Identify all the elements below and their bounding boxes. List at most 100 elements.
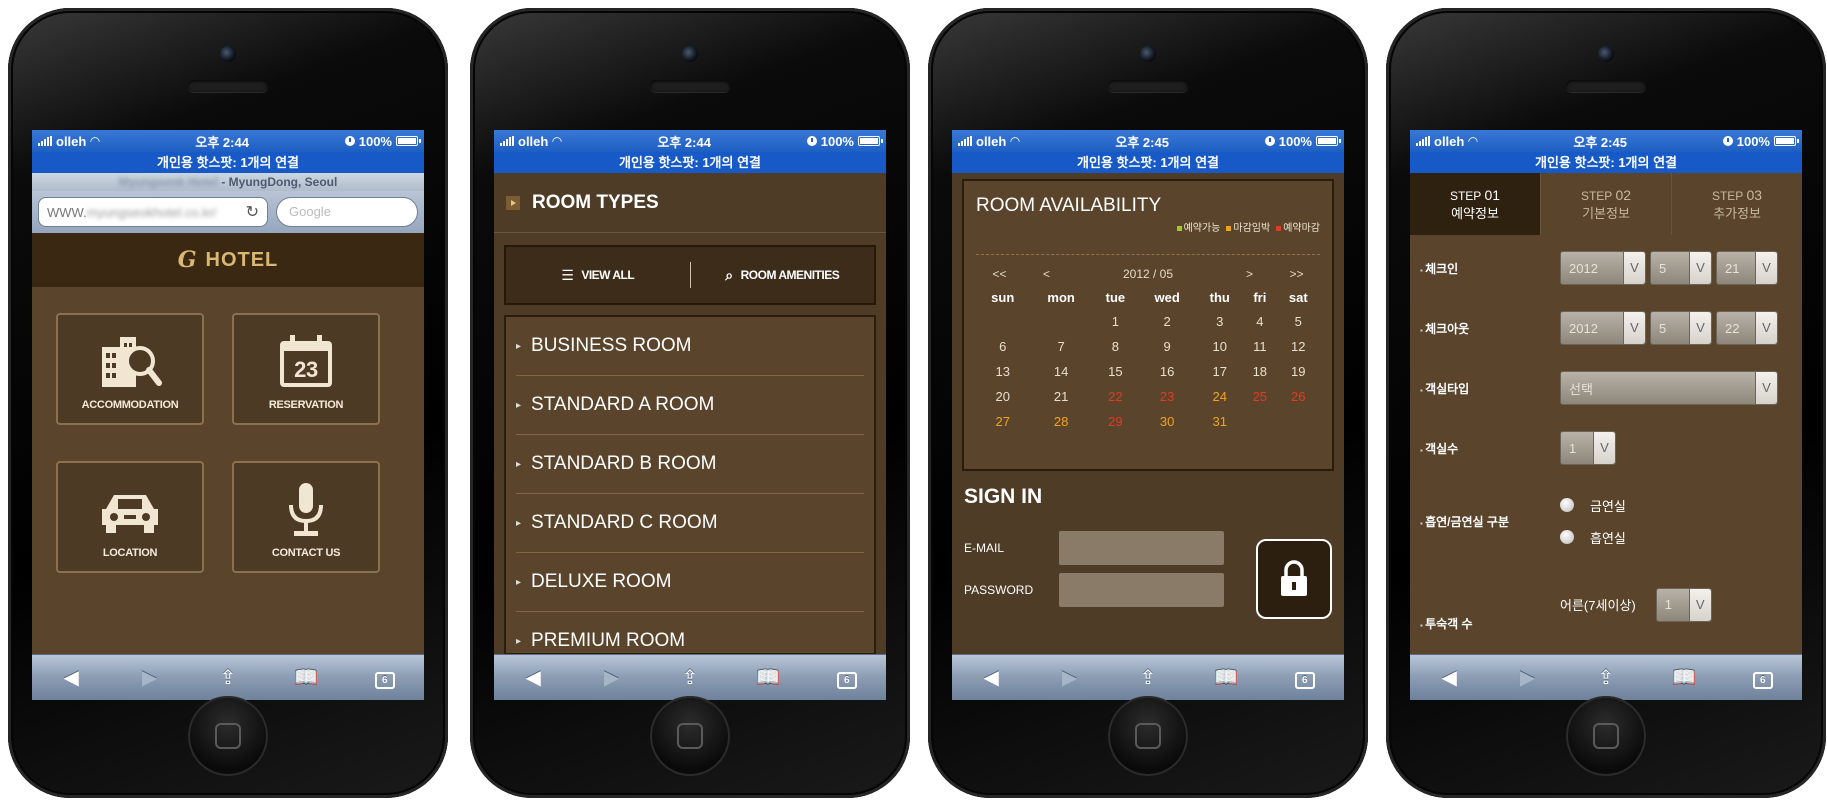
adult-count-select[interactable]: 1V [1655,587,1712,622]
nonsmoking-radio[interactable]: 금연실 [1560,489,1626,521]
list-item[interactable]: ▸ STANDARD A ROOM [516,376,864,435]
calendar-day-closed[interactable]: 23 [1138,384,1196,409]
calendar-day[interactable]: 7 [1029,334,1092,359]
reservation-tile[interactable]: 23 RESERVATION [232,313,380,425]
checkout-month-select[interactable]: 5V [1650,311,1712,345]
calendar-day[interactable]: 17 [1196,359,1243,384]
home-button[interactable] [1566,696,1646,776]
password-field[interactable] [1059,573,1224,607]
room-amenities-button[interactable]: ⌕ ROOM AMENITIES [691,267,875,284]
list-item[interactable]: ▸ STANDARD B ROOM [516,435,864,494]
share-icon[interactable]: ⇪ [210,665,246,690]
tabs-icon[interactable]: 6 [1745,666,1781,689]
calendar-day[interactable]: 18 [1243,359,1276,384]
tab-step-03[interactable]: STEP 03 추가정보 [1672,173,1802,235]
calendar-day-closed[interactable]: 26 [1277,384,1320,409]
hotspot-banner[interactable]: 개인용 핫스팟: 1개의 연결 [1410,152,1802,173]
calendar-day[interactable]: 21 [1029,384,1092,409]
menu-grid: ACCOMMODATION 23 RESERVATION LOCATION CO… [32,287,424,654]
back-icon[interactable]: ◀ [973,665,1009,690]
share-icon[interactable]: ⇪ [1588,665,1624,690]
calendar-day[interactable]: 15 [1093,359,1138,384]
tabs-icon[interactable]: 6 [1287,666,1323,689]
calendar-day-closed[interactable]: 25 [1243,384,1276,409]
smoking-radio[interactable]: 흡연실 [1560,521,1626,553]
home-button[interactable] [650,696,730,776]
bookmarks-icon[interactable]: 📖 [750,665,786,690]
home-button[interactable] [1108,696,1188,776]
location-tile[interactable]: LOCATION [56,461,204,573]
calendar-day[interactable]: 20 [976,384,1029,409]
back-icon[interactable]: ◀ [53,665,89,690]
calendar-day[interactable]: 16 [1138,359,1196,384]
back-icon[interactable]: ◀ [1431,665,1467,690]
share-icon[interactable]: ⇪ [672,665,708,690]
calendar-day[interactable]: 9 [1138,334,1196,359]
list-item[interactable]: ▸ STANDARD C ROOM [516,494,864,553]
calendar-day[interactable]: 1 [1093,309,1138,334]
tab-step-02[interactable]: STEP 02 기본정보 [1541,173,1672,235]
forward-icon[interactable]: ▶ [1510,665,1546,690]
share-icon[interactable]: ⇪ [1130,665,1166,690]
calendar-day-closing[interactable]: 31 [1196,409,1243,434]
calendar-day[interactable] [976,309,1029,334]
checkout-day-select[interactable]: 22 V [1716,311,1778,345]
checkin-day-select[interactable]: 21 V [1716,251,1778,285]
checkin-year-select[interactable]: 2012 V [1560,251,1646,285]
calendar-day[interactable]: 3 [1196,309,1243,334]
tab-step-01[interactable]: STEP 01 예약정보 [1410,173,1541,235]
last-month-button[interactable]: >> [1273,267,1320,285]
calendar-day[interactable]: 8 [1093,334,1138,359]
calendar-day[interactable]: 4 [1243,309,1276,334]
first-month-button[interactable]: << [976,267,1023,285]
bookmarks-icon[interactable]: 📖 [1666,665,1702,690]
calendar-day[interactable]: 6 [976,334,1029,359]
hotspot-banner[interactable]: 개인용 핫스팟: 1개의 연결 [952,152,1344,173]
forward-icon[interactable]: ▶ [132,665,168,690]
calendar-day-closing[interactable]: 28 [1029,409,1092,434]
contact-us-tile[interactable]: CONTACT US [232,461,380,573]
calendar-day[interactable]: 13 [976,359,1029,384]
tabs-icon[interactable]: 6 [367,666,403,689]
address-field[interactable]: WWW.myungseokhotel.co.kr/↻ [38,197,268,227]
list-item[interactable]: ▸ DELUXE ROOM [516,553,864,612]
calendar-day[interactable] [1243,409,1276,434]
calendar-day[interactable]: 10 [1196,334,1243,359]
calendar-day[interactable]: 12 [1277,334,1320,359]
login-button[interactable] [1256,539,1332,619]
tabs-icon[interactable]: 6 [829,666,865,689]
calendar-day-closed[interactable]: 29 [1093,409,1138,434]
accommodation-tile[interactable]: ACCOMMODATION [56,313,204,425]
view-all-button[interactable]: ☰ VIEW ALL [506,267,690,284]
roomcount-select[interactable]: 1V [1560,431,1616,465]
roomtype-select[interactable]: 선택 V [1560,371,1778,405]
calendar-day[interactable]: 11 [1243,334,1276,359]
bookmarks-icon[interactable]: 📖 [288,665,324,690]
bookmarks-icon[interactable]: 📖 [1208,665,1244,690]
prev-month-button[interactable]: < [1023,267,1070,285]
calendar-day[interactable]: 19 [1277,359,1320,384]
email-field[interactable] [1059,531,1224,565]
calendar-day[interactable]: 5 [1277,309,1320,334]
calendar-day[interactable]: 2 [1138,309,1196,334]
next-month-button[interactable]: > [1226,267,1273,285]
hotspot-banner[interactable]: 개인용 핫스팟: 1개의 연결 [32,152,424,173]
calendar-day[interactable] [1029,309,1092,334]
calendar-day-closing[interactable]: 27 [976,409,1029,434]
calendar-day-closing[interactable]: 24 [1196,384,1243,409]
home-button[interactable] [188,696,268,776]
hotspot-banner[interactable]: 개인용 핫스팟: 1개의 연결 [494,152,886,173]
search-field[interactable]: Google [276,197,418,227]
checkout-year-select[interactable]: 2012 V [1560,311,1646,345]
calendar-day[interactable] [1277,409,1320,434]
reload-icon[interactable]: ↻ [246,202,259,222]
checkin-month-select[interactable]: 5V [1650,251,1712,285]
list-item[interactable]: ▸ BUSINESS ROOM [516,317,864,376]
calendar-day-closed[interactable]: 22 [1093,384,1138,409]
forward-icon[interactable]: ▶ [594,665,630,690]
calendar-day[interactable]: 14 [1029,359,1092,384]
list-item[interactable]: ▸ PREMIUM ROOM [516,612,864,653]
back-icon[interactable]: ◀ [515,665,551,690]
forward-icon[interactable]: ▶ [1052,665,1088,690]
calendar-day-closing[interactable]: 30 [1138,409,1196,434]
